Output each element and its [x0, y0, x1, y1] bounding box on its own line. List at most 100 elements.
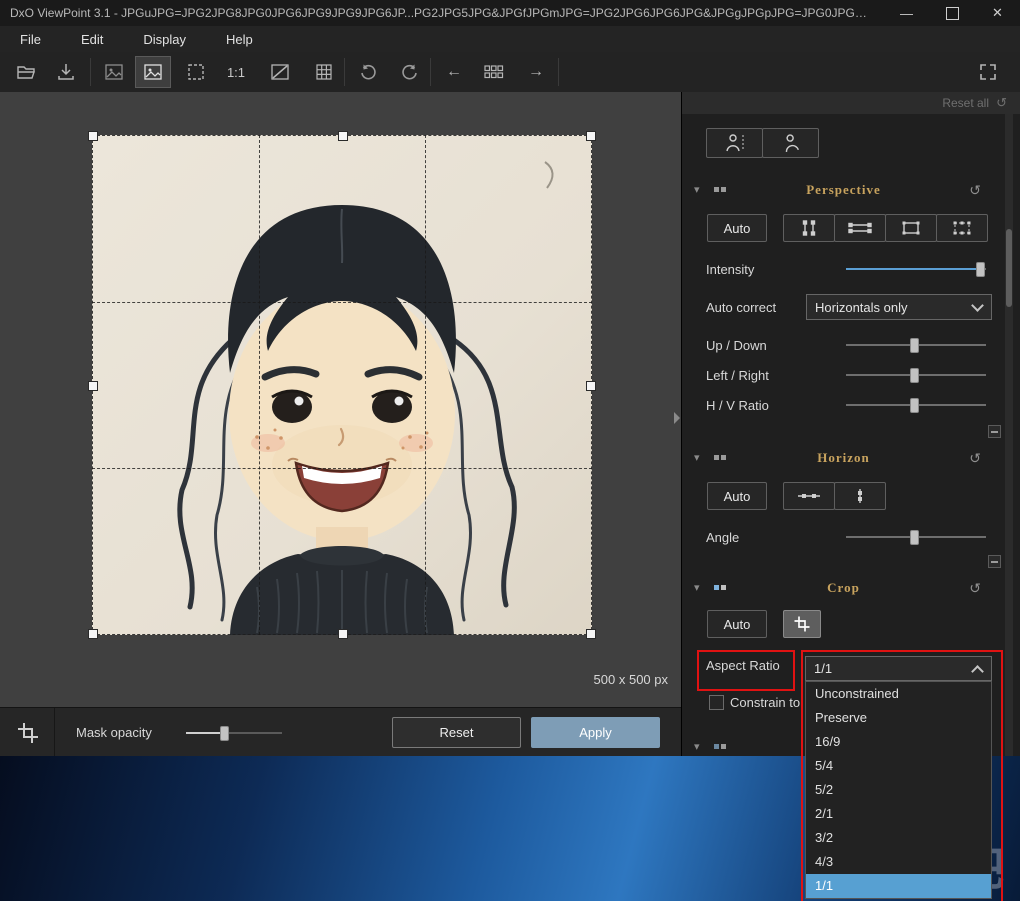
crop-handle-nw[interactable]	[88, 131, 98, 141]
horizon-section-header[interactable]: ▾ Horizon ↺	[682, 448, 1005, 470]
slider-thumb[interactable]	[910, 398, 919, 413]
slider-thumb[interactable]	[220, 726, 229, 741]
horizon-expand-box[interactable]	[988, 555, 1001, 568]
menu-file[interactable]: File	[0, 26, 61, 52]
mask-opacity-slider[interactable]	[186, 725, 282, 740]
perspective-expand-box[interactable]	[988, 425, 1001, 438]
slider-thumb[interactable]	[910, 368, 919, 383]
aspect-ratio-value: 1/1	[814, 661, 832, 676]
crop-icon	[793, 615, 811, 633]
crop-handle-n[interactable]	[338, 131, 348, 141]
menu-edit[interactable]: Edit	[61, 26, 123, 52]
reset-all-undo-icon[interactable]: ↺	[996, 95, 1007, 111]
auto-correct-dropdown[interactable]: Horizontals only	[806, 294, 992, 320]
horizon-level-tool-button[interactable]	[783, 482, 835, 510]
horizon-undo-icon[interactable]: ↺	[969, 450, 981, 467]
collapse-triangle-icon[interactable]: ▾	[694, 740, 700, 753]
eight-point-tool-button[interactable]	[936, 214, 988, 242]
aspect-option[interactable]: 2/1	[806, 802, 991, 826]
aspect-option[interactable]: Preserve	[806, 706, 991, 730]
panel-scrollbar[interactable]	[1005, 114, 1013, 756]
slider-fill	[186, 732, 224, 734]
slider-fill	[846, 268, 978, 270]
corrected-image-button[interactable]	[135, 56, 171, 88]
crop-size-label: 500 x 500 px	[500, 672, 668, 687]
bottom-bar: Mask opacity Reset Apply	[0, 707, 682, 757]
reset-button[interactable]: Reset	[392, 717, 521, 748]
volume-correction-horizontal-button[interactable]	[762, 128, 819, 158]
aspect-option[interactable]: 16/9	[806, 730, 991, 754]
crop-handle-e[interactable]	[586, 381, 596, 391]
crop-tool-button[interactable]	[783, 610, 821, 638]
aspect-option-selected[interactable]: 1/1	[806, 874, 991, 898]
crop-auto-button[interactable]: Auto	[707, 610, 767, 638]
previous-image-button[interactable]: ←	[436, 56, 472, 88]
force-horizontal-tool-button[interactable]	[834, 214, 886, 242]
aspect-option[interactable]: 5/4	[806, 754, 991, 778]
horizon-vertical-tool-button[interactable]	[834, 482, 886, 510]
menu-display[interactable]: Display	[123, 26, 206, 52]
volume-correction-diagonal-button[interactable]	[706, 128, 763, 158]
aspect-option[interactable]: Unconstrained	[806, 682, 991, 706]
aspect-option[interactable]: 5/2	[806, 778, 991, 802]
crop-handle-se[interactable]	[586, 629, 596, 639]
hv-ratio-slider[interactable]	[846, 397, 986, 412]
close-button[interactable]: ✕	[975, 0, 1020, 26]
image-browser-button[interactable]	[476, 56, 512, 88]
perspective-undo-icon[interactable]: ↺	[969, 182, 981, 199]
apply-button[interactable]: Apply	[531, 717, 660, 748]
intensity-slider[interactable]	[846, 261, 986, 276]
arrow-right-icon: →	[528, 63, 544, 81]
left-right-slider[interactable]	[846, 367, 986, 382]
crop-section-header[interactable]: ▾ Crop ↺	[682, 578, 1005, 600]
toolbar-separator	[90, 58, 91, 86]
rotate-right-button[interactable]	[392, 56, 428, 88]
reset-all-bar: Reset all ↺	[682, 92, 1020, 114]
aspect-ratio-dropdown[interactable]: 1/1	[805, 656, 992, 681]
image-canvas[interactable]: 500 x 500 px	[0, 92, 682, 707]
force-vertical-tool-button[interactable]	[783, 214, 835, 242]
crop-undo-icon[interactable]: ↺	[969, 580, 981, 597]
angle-slider[interactable]	[846, 529, 986, 544]
crop-mask-icon[interactable]	[16, 721, 40, 745]
grid-button[interactable]	[306, 56, 342, 88]
scrollbar-thumb[interactable]	[1006, 229, 1012, 307]
constrain-checkbox[interactable]	[709, 695, 724, 710]
next-image-button[interactable]: →	[518, 56, 554, 88]
aspect-option[interactable]: 3/2	[806, 826, 991, 850]
crop-handle-ne[interactable]	[586, 131, 596, 141]
force-rectangle-tool-button[interactable]	[885, 214, 937, 242]
crop-handle-s[interactable]	[338, 629, 348, 639]
zoom-ratio-button[interactable]: 1:1	[218, 56, 254, 88]
open-file-button[interactable]	[8, 56, 44, 88]
photo-preview	[92, 135, 592, 635]
crop-handle-sw[interactable]	[88, 629, 98, 639]
title-bar: DxO ViewPoint 3.1 - JPGuJPG=JPG2JPG8JPG0…	[0, 0, 1020, 26]
perspective-auto-button[interactable]: Auto	[707, 214, 767, 242]
aspect-ratio-label: Aspect Ratio	[706, 658, 780, 673]
arrow-left-icon: ←	[446, 63, 462, 81]
export-button[interactable]	[48, 56, 84, 88]
rotate-left-button[interactable]	[350, 56, 386, 88]
toolbar-separator	[558, 58, 559, 86]
slider-thumb[interactable]	[910, 530, 919, 545]
horizon-auto-button[interactable]: Auto	[707, 482, 767, 510]
panel-collapse-handle[interactable]	[674, 412, 680, 424]
crop-handle-w[interactable]	[88, 381, 98, 391]
hide-correction-button[interactable]	[262, 56, 298, 88]
toolbar-separator	[344, 58, 345, 86]
maximize-button[interactable]	[930, 0, 975, 26]
up-down-slider[interactable]	[846, 337, 986, 352]
crop-preview-button[interactable]	[178, 56, 214, 88]
horizon-title: Horizon	[682, 450, 1005, 466]
minimize-button[interactable]: —	[884, 0, 929, 26]
aspect-option[interactable]: 4/3	[806, 850, 991, 874]
crop-grid-line	[92, 468, 592, 469]
slider-thumb[interactable]	[976, 262, 985, 277]
compare-image-button[interactable]	[96, 56, 132, 88]
perspective-section-header[interactable]: ▾ Perspective ↺	[682, 180, 1005, 202]
reset-all-label[interactable]: Reset all	[942, 96, 989, 110]
fullscreen-button[interactable]	[970, 56, 1006, 88]
slider-thumb[interactable]	[910, 338, 919, 353]
menu-help[interactable]: Help	[206, 26, 273, 52]
